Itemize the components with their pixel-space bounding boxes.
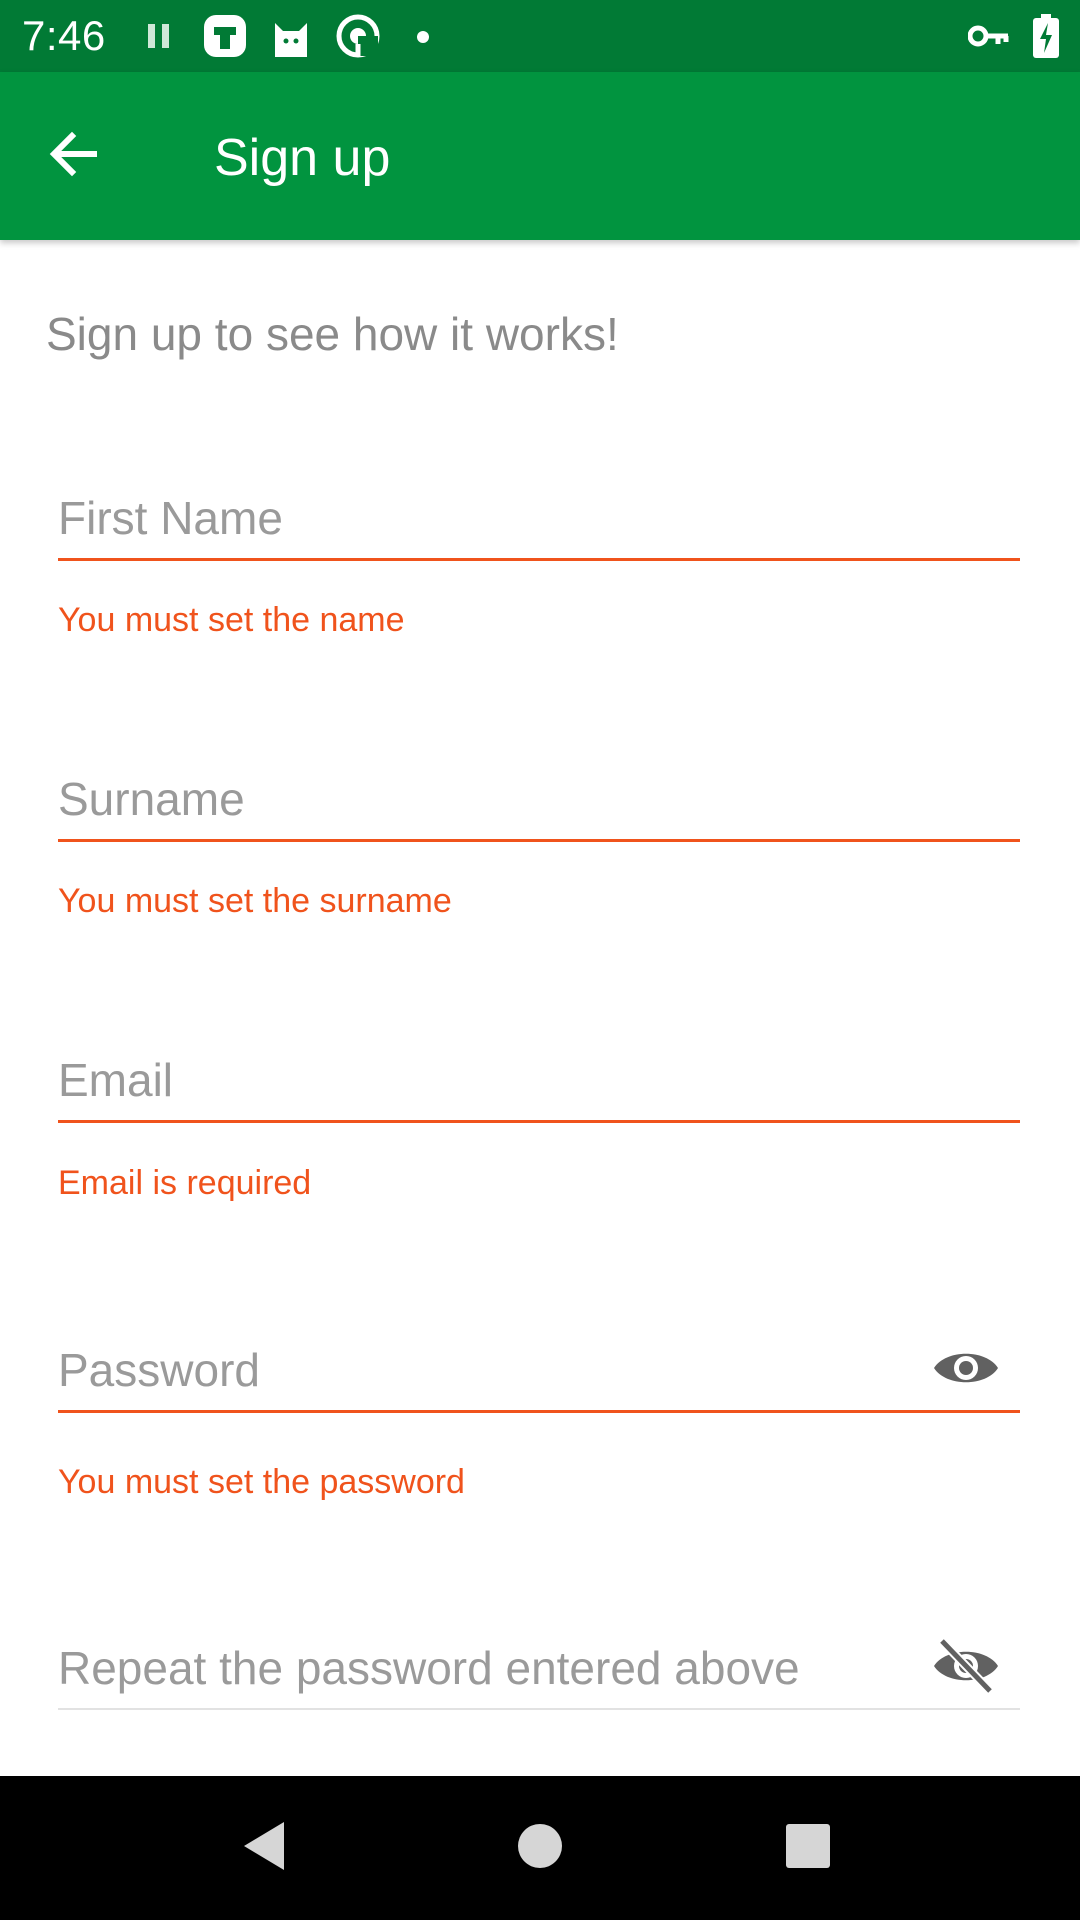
repeat-password-input[interactable]: [58, 1628, 1020, 1708]
arrow-back-icon: [46, 128, 98, 185]
signal-app-icon: [336, 14, 380, 58]
back-triangle-icon: [238, 1818, 290, 1879]
repeat-password-visibility-toggle[interactable]: [930, 1632, 1002, 1704]
password-visibility-toggle[interactable]: [930, 1334, 1002, 1406]
system-nav-bar: [0, 1776, 1080, 1920]
repeat-password-field: [58, 1628, 1020, 1710]
intro-text: Sign up to see how it works!: [46, 308, 619, 360]
repeat-password-underline: [58, 1708, 1020, 1710]
nav-home-button[interactable]: [498, 1806, 582, 1890]
battery-charging-icon: [1032, 14, 1060, 58]
dot-icon: [416, 30, 430, 74]
eye-icon: [932, 1345, 1000, 1396]
email-error: Email is required: [58, 1164, 312, 1202]
home-circle-icon: [516, 1822, 564, 1875]
email-field: Email is required: [58, 1040, 1020, 1202]
nav-back-button[interactable]: [222, 1806, 306, 1890]
email-underline: [58, 1120, 1020, 1123]
password-underline: [58, 1410, 1020, 1413]
first-name-underline: [58, 558, 1020, 561]
surname-underline: [58, 839, 1020, 842]
first-name-input[interactable]: [58, 478, 1020, 558]
eye-off-icon: [932, 1637, 1000, 1700]
password-input[interactable]: [58, 1330, 1020, 1410]
nav-recents-button[interactable]: [766, 1806, 850, 1890]
surname-field: You must set the surname: [58, 759, 1020, 920]
password-error: You must set the password: [58, 1463, 465, 1501]
back-button[interactable]: [30, 114, 114, 198]
page-title: Sign up: [214, 129, 391, 187]
notification-app-icon: [202, 13, 248, 57]
surname-error: You must set the surname: [58, 882, 452, 920]
status-bar: 7:46: [0, 0, 1080, 72]
status-time: 7:46: [22, 12, 106, 59]
pause-icon: [146, 20, 172, 64]
first-name-error: You must set the name: [58, 601, 405, 639]
first-name-field: You must set the name: [58, 478, 1020, 639]
recents-square-icon: [784, 1822, 832, 1875]
sign-up-screen: 7:46 Sign up Sign up to see how it works…: [0, 0, 1080, 1920]
app-bar: Sign up: [0, 72, 1080, 240]
password-field: You must set the password: [58, 1330, 1020, 1501]
cat-app-icon: [270, 13, 312, 57]
vpn-key-icon: [968, 22, 1010, 66]
surname-input[interactable]: [58, 759, 1020, 839]
email-input[interactable]: [58, 1040, 1020, 1120]
